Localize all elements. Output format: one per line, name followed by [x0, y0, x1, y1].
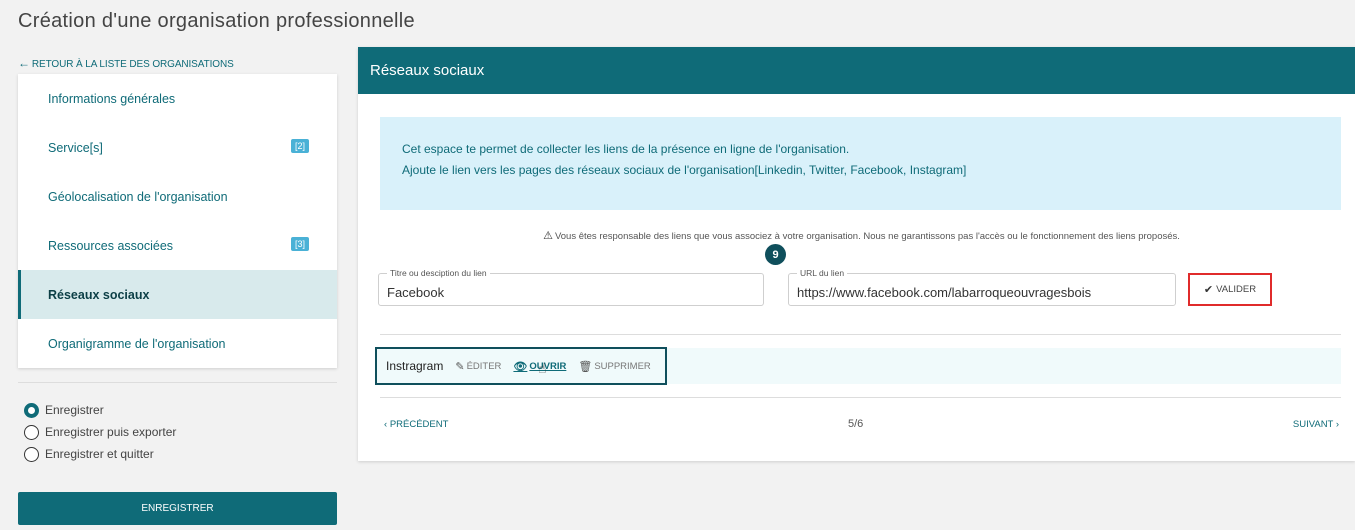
- radio-label: Enregistrer et quitter: [45, 447, 154, 461]
- radio-checked[interactable]: [24, 402, 39, 418]
- sidebar-item-label: Informations générales: [48, 91, 176, 106]
- save-option-quitter[interactable]: Enregistrer et quitter: [24, 443, 176, 465]
- link-url-input[interactable]: [789, 274, 1175, 305]
- sidebar-item-geolocalisation[interactable]: Géolocalisation de l'organisation: [18, 172, 337, 221]
- chevron-right-icon: ›: [1333, 419, 1339, 430]
- next-label: SUIVANT: [1292, 419, 1334, 430]
- sidebar-item-label: Organigramme de l'organisation: [48, 336, 226, 351]
- count-badge: [3]: [290, 237, 309, 251]
- link-url-field[interactable]: URL du lien: [788, 268, 1176, 306]
- main-panel: Réseaux sociaux Cet espace te permet de …: [358, 47, 1355, 461]
- open-label: OUVRIR: [529, 360, 567, 372]
- sidebar-item-label: Réseaux sociaux: [48, 287, 150, 302]
- pagination: ‹ PRÉCÉDENT 5/6 SUIVANT ›: [380, 418, 1341, 433]
- prev-label: PRÉCÉDENT: [389, 419, 449, 430]
- panel-title: Réseaux sociaux: [358, 47, 1355, 94]
- eye-icon: 👁: [513, 360, 528, 373]
- previous-button[interactable]: ‹ PRÉCÉDENT: [384, 419, 448, 430]
- sidebar-item-services[interactable]: Service[s] [2]: [18, 123, 337, 172]
- radio-label: Enregistrer puis exporter: [45, 425, 177, 439]
- edit-link-button[interactable]: ✎ ÉDITER: [455, 360, 501, 373]
- warning-text: Vous êtes responsable des liens que vous…: [554, 231, 1180, 242]
- back-to-list-link[interactable]: ← RETOUR À LA LISTE DES ORGANISATIONS: [18, 56, 234, 70]
- check-icon: ✔: [1203, 284, 1214, 296]
- validate-label: VALIDER: [1216, 284, 1257, 295]
- info-line: Ajoute le lien vers les pages des réseau…: [402, 163, 967, 177]
- divider: [18, 382, 337, 383]
- list-item: Instragram ✎ ÉDITER 👁 OUVRIR 🗑 SUPPRIMER: [375, 347, 667, 385]
- validate-button[interactable]: ✔ VALIDER: [1188, 273, 1272, 306]
- link-title-input[interactable]: [379, 274, 763, 305]
- save-option-enregistrer[interactable]: Enregistrer: [24, 399, 176, 421]
- count-badge: [2]: [290, 139, 309, 153]
- radio-label: Enregistrer: [45, 403, 104, 417]
- save-option-exporter[interactable]: Enregistrer puis exporter: [24, 421, 176, 443]
- pencil-icon: ✎: [455, 360, 465, 373]
- link-title-field[interactable]: Titre ou desciption du lien: [378, 268, 764, 306]
- field-legend: Titre ou desciption du lien: [387, 268, 490, 278]
- delete-link-button[interactable]: 🗑 SUPPRIMER: [578, 360, 650, 373]
- trash-icon: 🗑: [578, 360, 593, 373]
- warning-triangle-icon: ⚠: [543, 230, 553, 242]
- radio-unchecked[interactable]: [24, 424, 39, 440]
- edit-label: ÉDITER: [466, 360, 502, 372]
- page-count: 5/6: [848, 418, 864, 430]
- back-link-label: RETOUR À LA LISTE DES ORGANISATIONS: [31, 59, 234, 70]
- arrow-left-icon: ←: [18, 56, 30, 70]
- next-button[interactable]: SUIVANT ›: [1293, 419, 1339, 430]
- radio-unchecked[interactable]: [24, 446, 39, 462]
- hand-pointer-icon: ☝: [538, 360, 547, 376]
- link-name: Instragram: [386, 359, 444, 373]
- sidebar-item-reseaux-sociaux[interactable]: Réseaux sociaux: [18, 270, 337, 319]
- page-title: Création d'une organisation professionne…: [18, 10, 415, 32]
- save-options-group: Enregistrer Enregistrer puis exporter En…: [24, 399, 176, 465]
- info-box: Cet espace te permet de collecter les li…: [380, 117, 1341, 210]
- sidebar-item-label: Géolocalisation de l'organisation: [48, 189, 228, 204]
- save-button[interactable]: ENREGISTRER: [18, 492, 337, 525]
- sidebar-item-ressources[interactable]: Ressources associées [3]: [18, 221, 337, 270]
- delete-label: SUPPRIMER: [594, 360, 651, 372]
- divider: [380, 397, 1341, 398]
- sidebar-item-label: Ressources associées: [48, 238, 174, 253]
- sidebar-item-informations[interactable]: Informations générales: [18, 74, 337, 123]
- sidebar-item-organigramme[interactable]: Organigramme de l'organisation: [18, 319, 337, 368]
- info-line: Cet espace te permet de collecter les li…: [402, 142, 850, 156]
- sidebar-nav: Informations générales Service[s] [2] Gé…: [18, 74, 337, 368]
- divider: [380, 334, 1341, 335]
- step-number-badge: 9: [765, 244, 786, 265]
- sidebar-item-label: Service[s]: [48, 140, 103, 155]
- warning-message: ⚠ Vous êtes responsable des liens que vou…: [358, 229, 1355, 242]
- field-legend: URL du lien: [797, 268, 848, 278]
